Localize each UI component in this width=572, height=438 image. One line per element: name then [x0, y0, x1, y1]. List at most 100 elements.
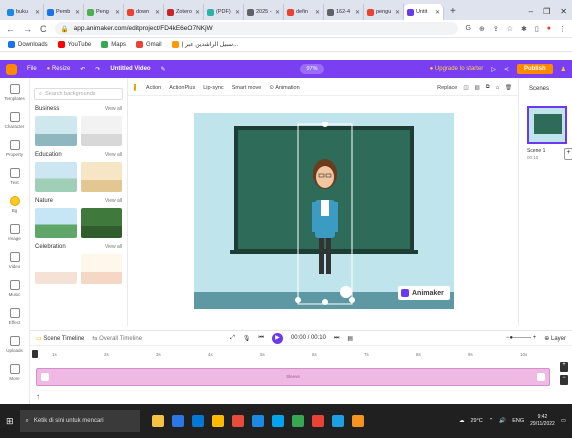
background-thumbnail[interactable]	[35, 162, 77, 192]
browser-tab[interactable]: down ✕	[124, 4, 164, 20]
rewind-icon[interactable]: ⏮	[259, 335, 264, 342]
view-all-link[interactable]: View all	[105, 106, 122, 112]
browser-tab[interactable]: Peng ✕	[84, 4, 124, 20]
rail-item-effect[interactable]: Effect	[0, 302, 29, 330]
background-thumbnail[interactable]	[35, 116, 77, 146]
taskbar-mail-icon[interactable]	[251, 415, 264, 427]
close-tab-icon[interactable]: ✕	[235, 9, 240, 16]
close-tab-icon[interactable]: ✕	[355, 9, 360, 16]
rail-item-more[interactable]: More	[0, 358, 29, 386]
animaker-logo-icon[interactable]	[6, 63, 17, 75]
taskbar-widget-icon[interactable]	[151, 415, 164, 427]
browser-tab[interactable]: buku ✕	[4, 4, 44, 20]
subtitle-icon[interactable]: ▤	[347, 335, 353, 342]
delete-icon[interactable]: 🗑	[505, 85, 512, 91]
close-tab-icon[interactable]: ✕	[395, 9, 400, 16]
taskbar-app-icon[interactable]	[351, 415, 364, 427]
add-track-icon[interactable]: ↑	[36, 392, 40, 401]
minimize-icon[interactable]: –	[524, 4, 538, 20]
rail-item-music[interactable]: Music	[0, 274, 29, 302]
action-button[interactable]: Action	[146, 85, 161, 91]
taskbar-task-view-icon[interactable]	[191, 415, 204, 427]
background-thumbnail[interactable]	[35, 254, 77, 284]
zoom-level[interactable]: 97%	[300, 64, 324, 74]
scene-timeline-tab[interactable]: ▭ Scene Timeline	[36, 335, 84, 342]
close-tab-icon[interactable]: ✕	[155, 9, 160, 16]
notifications-icon[interactable]: ▭	[561, 418, 566, 424]
replace-button[interactable]: Replace	[437, 85, 457, 91]
google-icon[interactable]: G	[466, 25, 471, 32]
taskbar-word-icon[interactable]	[311, 415, 324, 427]
taskbar-search[interactable]: ⌕ Ketik di sini untuk mencari	[19, 410, 140, 432]
teacher-character[interactable]	[290, 122, 360, 307]
background-thumbnail[interactable]	[35, 208, 77, 238]
maximize-icon[interactable]: ❐	[538, 4, 555, 20]
browser-tab[interactable]: defin ✕	[284, 4, 324, 20]
smart-move-button[interactable]: Smart move	[232, 85, 262, 91]
close-tab-icon[interactable]: ✕	[75, 9, 80, 16]
bookmark-item[interactable]: Gmail	[135, 41, 162, 48]
flip-handle-icon[interactable]	[340, 286, 352, 298]
profile-icon[interactable]: ●	[547, 25, 551, 32]
bookmark-item[interactable]: Maps	[101, 41, 126, 48]
url-field[interactable]: 🔒 app.animaker.com/editproject/FD4kE6eO7…	[54, 22, 458, 35]
forward-icon[interactable]: →	[23, 24, 32, 34]
flip-icon[interactable]: ◫	[463, 85, 468, 91]
character-color-icon[interactable]: ▌	[134, 85, 138, 91]
taskbar-clock[interactable]: 9:42 29/11/2022	[530, 414, 555, 428]
background-thumbnail[interactable]	[80, 116, 122, 146]
close-tab-icon[interactable]: ✕	[195, 9, 200, 16]
rail-item-text[interactable]: Text	[0, 162, 29, 190]
rotate-handle[interactable]	[322, 122, 328, 127]
actionplus-button[interactable]: ActionPlus	[169, 85, 195, 91]
taskbar-edge-icon[interactable]	[271, 415, 284, 427]
taskbar-explorer-icon[interactable]	[211, 415, 224, 427]
rail-item-character[interactable]: Character	[0, 106, 29, 134]
view-all-link[interactable]: View all	[105, 244, 122, 250]
lock-layer-icon[interactable]: ⌂	[496, 85, 499, 91]
close-tab-icon[interactable]: ✕	[435, 9, 440, 16]
lipsync-button[interactable]: Lip-sync	[203, 85, 223, 91]
resize-handle[interactable]	[322, 299, 328, 305]
resize-handle[interactable]	[349, 297, 355, 303]
browser-tab[interactable]: 2025 - ✕	[244, 4, 284, 20]
view-all-link[interactable]: View all	[105, 152, 122, 158]
rail-item-templates[interactable]: Templates	[0, 78, 29, 106]
mic-icon[interactable]: 🎙	[243, 335, 251, 342]
star-icon[interactable]: ☆	[507, 25, 513, 33]
share-icon[interactable]: ⇪	[493, 25, 499, 33]
menu-icon[interactable]: ⋮	[559, 25, 566, 33]
close-tab-icon[interactable]: ✕	[315, 9, 320, 16]
user-avatar-icon[interactable]: ♟	[561, 66, 566, 73]
close-tab-icon[interactable]: ✕	[115, 9, 120, 16]
preview-icon[interactable]: ▷	[491, 66, 496, 73]
windows-start-icon[interactable]: ⊞	[6, 416, 14, 427]
add-scene-button[interactable]: +	[564, 148, 572, 160]
sidebar-icon[interactable]: ▯	[535, 25, 539, 33]
track-end-handle[interactable]	[537, 373, 545, 381]
timeline-zoom-in[interactable]: +	[560, 362, 568, 372]
scene-thumbnail[interactable]	[527, 106, 567, 144]
view-all-link[interactable]: View all	[105, 198, 122, 204]
zoom-slider[interactable]: −●——— +	[506, 335, 536, 341]
rail-item-bg[interactable]: Bg	[0, 190, 29, 218]
back-icon[interactable]: ←	[6, 24, 15, 34]
timeline-zoom-out[interactable]: −	[560, 375, 568, 385]
overall-timeline-tab[interactable]: ⇆ Overall Timeline	[92, 335, 142, 342]
rail-item-video[interactable]: Video	[0, 246, 29, 274]
layers-icon[interactable]: ▥	[475, 85, 480, 91]
redo-icon[interactable]: ↷	[95, 66, 100, 73]
playhead[interactable]	[32, 350, 38, 358]
close-window-icon[interactable]: ✕	[555, 4, 572, 20]
rail-item-uploads[interactable]: Uploads	[0, 330, 29, 358]
browser-tab[interactable]: Zotero ✕	[164, 4, 204, 20]
close-tab-icon[interactable]: ✕	[275, 9, 280, 16]
library-search[interactable]: ⌕ Search backgrounds	[34, 88, 123, 100]
bookmark-item[interactable]: Downloads	[8, 41, 48, 48]
volume-icon[interactable]: 🔊	[499, 418, 506, 424]
taskbar-search-app-icon[interactable]	[171, 415, 184, 427]
publish-button[interactable]: Publish	[516, 64, 553, 74]
new-tab-button[interactable]: +	[444, 4, 462, 20]
browser-tab[interactable]: Pemb ✕	[44, 4, 84, 20]
zoom-icon[interactable]: ⊕	[479, 25, 485, 33]
